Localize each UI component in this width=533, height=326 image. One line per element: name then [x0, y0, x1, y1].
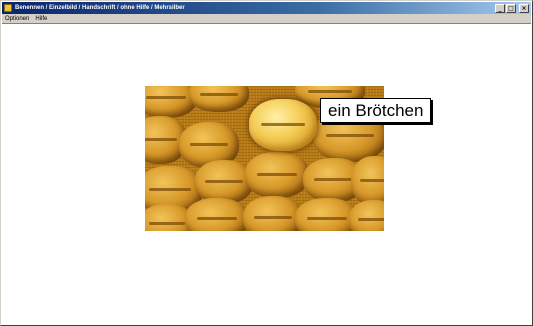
bread-roll — [189, 86, 249, 112]
maximize-button[interactable]: □ — [506, 4, 516, 13]
bread-roll — [351, 156, 384, 206]
bread-roll — [349, 200, 384, 231]
highlighted-bread-roll — [249, 99, 317, 151]
title-bar[interactable]: Benennen / Einzelbild / Handschrift / oh… — [2, 2, 531, 14]
close-button[interactable]: × — [519, 4, 529, 13]
minimize-button[interactable]: _ — [495, 4, 505, 13]
image-label: ein Brötchen — [320, 98, 432, 123]
bread-roll — [243, 196, 303, 231]
bread-roll — [185, 198, 249, 231]
menu-bar: Optionen Hilfe — [2, 14, 531, 24]
window-title: Benennen / Einzelbild / Handschrift / oh… — [15, 5, 185, 11]
window-controls: _ □ × — [495, 4, 529, 13]
menu-optionen[interactable]: Optionen — [5, 14, 29, 23]
menu-hilfe[interactable]: Hilfe — [35, 14, 47, 23]
app-icon — [4, 4, 12, 12]
bread-roll — [245, 152, 309, 198]
